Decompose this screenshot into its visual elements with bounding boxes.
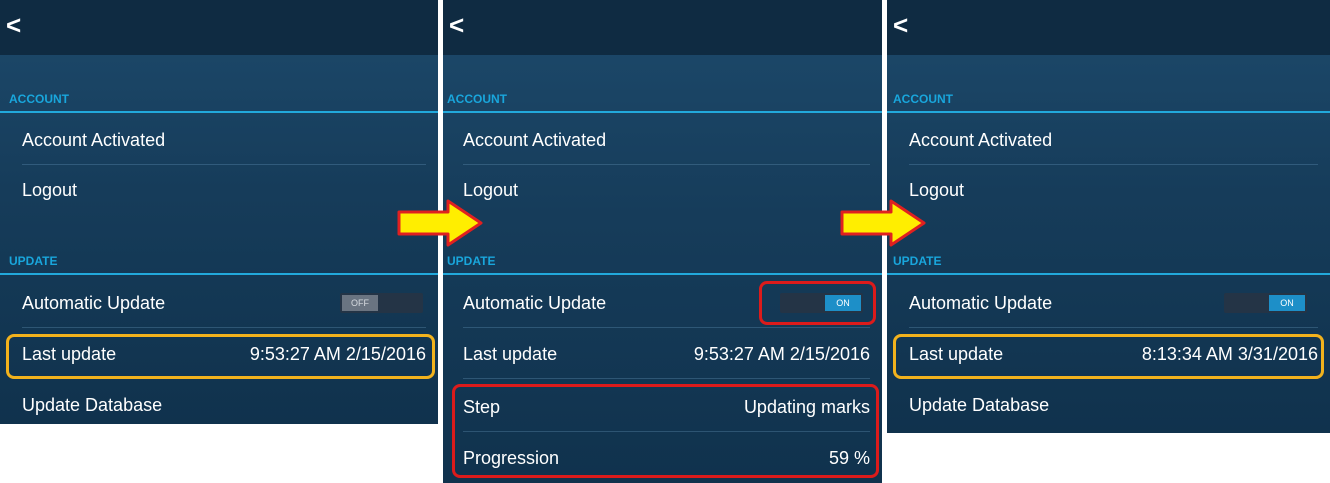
- divider: [443, 111, 882, 113]
- automatic-update-toggle[interactable]: ON: [780, 293, 863, 313]
- last-update-row: Last update 8:13:34 AM 3/31/2016: [909, 330, 1318, 379]
- divider: [0, 111, 438, 113]
- last-update-value: 8:13:34 AM 3/31/2016: [1141, 344, 1318, 364]
- settings-panel-after: < ACCOUNT Account Activated Logout UPDAT…: [887, 0, 1330, 433]
- account-status-row[interactable]: Account Activated: [463, 116, 870, 165]
- update-database-row[interactable]: Update Database: [909, 381, 1318, 429]
- logout-row[interactable]: Logout: [463, 166, 870, 214]
- toggle-state-label: OFF: [342, 295, 378, 311]
- update-database-label: Update Database: [909, 395, 1050, 415]
- logout-row[interactable]: Logout: [909, 166, 1318, 214]
- back-icon[interactable]: <: [6, 10, 21, 40]
- back-icon[interactable]: <: [893, 10, 908, 40]
- divider: [887, 111, 1330, 113]
- top-bar: <: [443, 0, 882, 55]
- section-header-update: UPDATE: [447, 254, 496, 268]
- divider: [887, 273, 1330, 275]
- top-bar: <: [887, 0, 1330, 55]
- account-status-row[interactable]: Account Activated: [22, 116, 426, 165]
- progression-row: Progression 59 %: [463, 434, 870, 482]
- progression-label: Progression: [463, 448, 560, 468]
- last-update-label: Last update: [463, 344, 558, 364]
- update-database-label: Update Database: [22, 395, 163, 415]
- automatic-update-toggle[interactable]: OFF: [340, 293, 423, 313]
- step-row: Step Updating marks: [463, 383, 870, 432]
- section-header-account: ACCOUNT: [893, 92, 953, 106]
- back-icon[interactable]: <: [449, 10, 464, 40]
- account-status-label: Account Activated: [22, 130, 166, 150]
- progression-value: 59 %: [828, 448, 870, 468]
- account-status-label: Account Activated: [909, 130, 1053, 150]
- last-update-row: Last update 9:53:27 AM 2/15/2016: [22, 330, 426, 379]
- top-bar: <: [0, 0, 438, 55]
- toggle-state-label: ON: [825, 295, 861, 311]
- last-update-label: Last update: [909, 344, 1004, 364]
- automatic-update-toggle[interactable]: ON: [1224, 293, 1307, 313]
- settings-panel-updating: < ACCOUNT Account Activated Logout UPDAT…: [443, 0, 882, 483]
- step-arrow-icon: [397, 199, 483, 247]
- last-update-value: 9:53:27 AM 2/15/2016: [693, 344, 870, 364]
- step-label: Step: [463, 397, 501, 417]
- divider: [0, 273, 438, 275]
- account-status-row[interactable]: Account Activated: [909, 116, 1318, 165]
- toggle-state-label: ON: [1269, 295, 1305, 311]
- logout-row[interactable]: Logout: [22, 166, 426, 214]
- last-update-value: 9:53:27 AM 2/15/2016: [249, 344, 426, 364]
- last-update-row: Last update 9:53:27 AM 2/15/2016: [463, 330, 870, 379]
- last-update-label: Last update: [22, 344, 117, 364]
- automatic-update-label: Automatic Update: [463, 293, 607, 313]
- step-arrow-icon: [840, 199, 926, 247]
- automatic-update-label: Automatic Update: [22, 293, 166, 313]
- divider: [443, 273, 882, 275]
- section-header-update: UPDATE: [9, 254, 58, 268]
- automatic-update-label: Automatic Update: [909, 293, 1053, 313]
- section-header-account: ACCOUNT: [447, 92, 507, 106]
- logout-label: Logout: [22, 180, 78, 200]
- section-header-update: UPDATE: [893, 254, 942, 268]
- settings-panel-before: < ACCOUNT Account Activated Logout UPDAT…: [0, 0, 438, 424]
- account-status-label: Account Activated: [463, 130, 607, 150]
- step-value: Updating marks: [743, 397, 870, 417]
- update-database-row[interactable]: Update Database: [22, 381, 426, 424]
- section-header-account: ACCOUNT: [9, 92, 69, 106]
